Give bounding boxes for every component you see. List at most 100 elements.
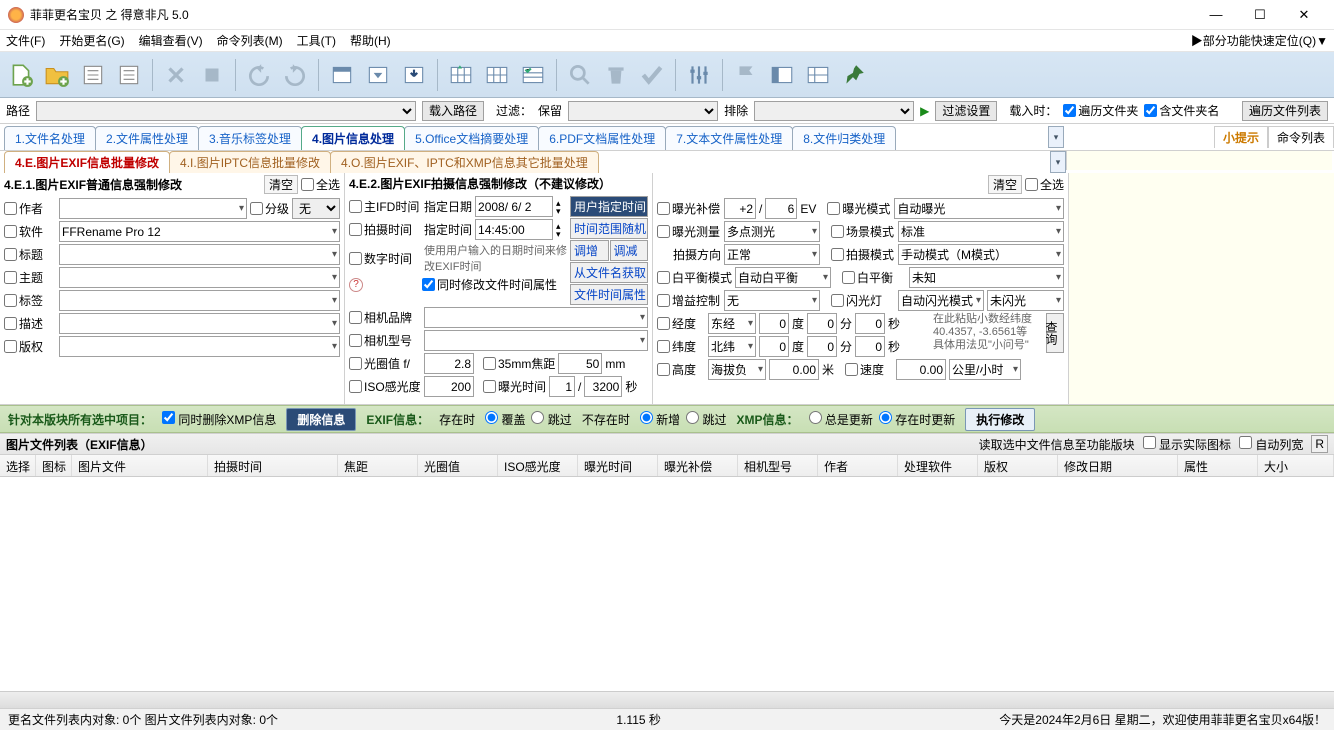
xmp-exist-radio[interactable]: 存在时更新 xyxy=(879,411,955,428)
col-software[interactable]: 处理软件 xyxy=(898,455,978,476)
clear-button-2[interactable]: 清空 xyxy=(988,175,1022,194)
fixed-date-input[interactable] xyxy=(475,196,553,217)
sliders-icon[interactable] xyxy=(682,57,716,93)
select-all-checkbox-2[interactable]: 全选 xyxy=(1025,176,1064,193)
wb-mode-select[interactable]: 自动白平衡 xyxy=(735,267,831,288)
col-copyright[interactable]: 版权 xyxy=(978,455,1058,476)
lat-sec-input[interactable] xyxy=(855,336,885,357)
alt-ref-select[interactable]: 海拔负 xyxy=(708,359,766,380)
xmp-always-radio[interactable]: 总是更新 xyxy=(809,411,873,428)
author-input[interactable] xyxy=(59,198,247,219)
panel1-icon[interactable] xyxy=(765,57,799,93)
col-attr[interactable]: 属性 xyxy=(1178,455,1258,476)
table-icon[interactable] xyxy=(480,57,514,93)
exif-create-radio[interactable]: 新增 xyxy=(640,411,680,428)
fixed-time-input[interactable] xyxy=(475,219,553,240)
r-button[interactable]: R xyxy=(1311,435,1328,453)
undo-icon[interactable] xyxy=(242,57,276,93)
tab-3[interactable]: 3.音乐标签处理 xyxy=(198,126,302,150)
lon-sec-input[interactable] xyxy=(855,313,885,334)
tab-5[interactable]: 5.Office文档摘要处理 xyxy=(404,126,539,150)
aperture-checkbox[interactable]: 光圈值 f/ xyxy=(349,355,421,372)
table-check-icon[interactable] xyxy=(516,57,550,93)
shoot-time-checkbox[interactable]: 拍摄时间 xyxy=(349,221,421,238)
exposure-den-input[interactable] xyxy=(584,376,622,397)
lat-checkbox[interactable]: 纬度 xyxy=(657,338,705,355)
include-folder-checkbox[interactable]: 含文件夹名 xyxy=(1144,102,1219,119)
close-button[interactable]: ✕ xyxy=(1282,0,1326,30)
metering-checkbox[interactable]: 曝光测量 xyxy=(657,223,721,240)
col-file[interactable]: 图片文件 xyxy=(72,455,208,476)
speed-checkbox[interactable]: 速度 xyxy=(845,361,893,378)
lat-min-input[interactable] xyxy=(807,336,837,357)
stop-icon[interactable] xyxy=(195,57,229,93)
wb-select[interactable]: 未知 xyxy=(909,267,1064,288)
description-input[interactable] xyxy=(59,313,340,334)
aperture-input[interactable] xyxy=(424,353,474,374)
col-iso[interactable]: ISO感光度 xyxy=(498,455,578,476)
show-icon-checkbox[interactable]: 显示实际图标 xyxy=(1143,436,1231,453)
col-ev[interactable]: 曝光补偿 xyxy=(658,455,738,476)
path-input[interactable] xyxy=(36,101,416,121)
iso-checkbox[interactable]: ISO感光度 xyxy=(349,378,421,395)
speed-input[interactable] xyxy=(896,359,946,380)
ev-den-input[interactable] xyxy=(765,198,797,219)
quick-locate[interactable]: ▶部分功能快速定位(Q)▼ xyxy=(1191,32,1328,49)
level-checkbox[interactable]: 分级 xyxy=(250,200,289,217)
shoot-mode-select[interactable]: 手动模式（M模式） xyxy=(898,244,1064,265)
col-aperture[interactable]: 光圈值 xyxy=(418,455,498,476)
camera-model-checkbox[interactable]: 相机型号 xyxy=(349,332,421,349)
tab-1[interactable]: 1.文件名处理 xyxy=(4,126,96,150)
col-icon[interactable]: 图标 xyxy=(36,455,72,476)
main-tabs-dropdown[interactable]: ▾ xyxy=(1048,126,1064,148)
flash-select[interactable]: 自动闪光模式 xyxy=(898,290,984,311)
flag-icon[interactable] xyxy=(729,57,763,93)
help-icon[interactable]: ? xyxy=(349,278,363,292)
camera-brand-checkbox[interactable]: 相机品牌 xyxy=(349,309,421,326)
search-icon[interactable] xyxy=(563,57,597,93)
wb-mode-checkbox[interactable]: 白平衡模式 xyxy=(657,269,732,286)
main-ifd-checkbox[interactable]: 主IFD时间 xyxy=(349,198,421,215)
col-select[interactable]: 选择 xyxy=(0,455,36,476)
description-checkbox[interactable]: 描述 xyxy=(4,315,56,332)
window-icon[interactable] xyxy=(325,57,359,93)
flash-select-2[interactable]: 未闪光 xyxy=(987,290,1064,311)
ev-num-input[interactable] xyxy=(724,198,756,219)
read-to-panel-link[interactable]: 读取选中文件信息至功能版块 xyxy=(979,436,1135,453)
table-insert-icon[interactable] xyxy=(444,57,478,93)
subtab-e[interactable]: 4.E.图片EXIF信息批量修改 xyxy=(4,151,170,173)
subtab-o[interactable]: 4.O.图片EXIF、IPTC和XMP信息其它批量处理 xyxy=(330,151,599,173)
exclude-select[interactable] xyxy=(754,101,914,121)
col-focal[interactable]: 焦距 xyxy=(338,455,418,476)
alt-input[interactable] xyxy=(769,359,819,380)
lookup-button[interactable]: 查询 xyxy=(1046,313,1064,353)
lat-deg-input[interactable] xyxy=(759,336,789,357)
maximize-button[interactable]: ☐ xyxy=(1238,0,1282,30)
menu-rename[interactable]: 开始更名(G) xyxy=(59,32,124,49)
clear-button[interactable]: 清空 xyxy=(264,175,298,194)
ev-mode-select[interactable]: 自动曝光 xyxy=(894,198,1064,219)
check-icon[interactable] xyxy=(635,57,669,93)
tab-6[interactable]: 6.PDF文档属性处理 xyxy=(538,126,666,150)
random-time-button[interactable]: 时间范围随机 xyxy=(570,218,648,239)
lon-ref-select[interactable]: 东经 xyxy=(708,313,756,334)
select-all-checkbox[interactable]: 全选 xyxy=(301,176,340,193)
menu-file[interactable]: 文件(F) xyxy=(6,32,45,49)
author-checkbox[interactable]: 作者 xyxy=(4,200,56,217)
col-exposure[interactable]: 曝光时间 xyxy=(578,455,658,476)
col-modified[interactable]: 修改日期 xyxy=(1058,455,1178,476)
lon-checkbox[interactable]: 经度 xyxy=(657,315,705,332)
exposure-num-input[interactable] xyxy=(549,376,575,397)
menu-help[interactable]: 帮助(H) xyxy=(350,32,391,49)
gain-checkbox[interactable]: 增益控制 xyxy=(657,292,721,309)
tags-checkbox[interactable]: 标签 xyxy=(4,292,56,309)
grid-body[interactable] xyxy=(0,477,1334,708)
also-file-time-checkbox[interactable]: 同时修改文件时间属性 xyxy=(422,276,557,293)
iso-input[interactable] xyxy=(424,376,474,397)
alt-checkbox[interactable]: 高度 xyxy=(657,361,705,378)
orientation-select[interactable]: 正常 xyxy=(724,244,820,265)
digital-time-checkbox[interactable]: 数字时间 xyxy=(349,250,421,267)
lon-deg-input[interactable] xyxy=(759,313,789,334)
copyright-input[interactable] xyxy=(59,336,340,357)
minimize-button[interactable]: — xyxy=(1194,0,1238,30)
